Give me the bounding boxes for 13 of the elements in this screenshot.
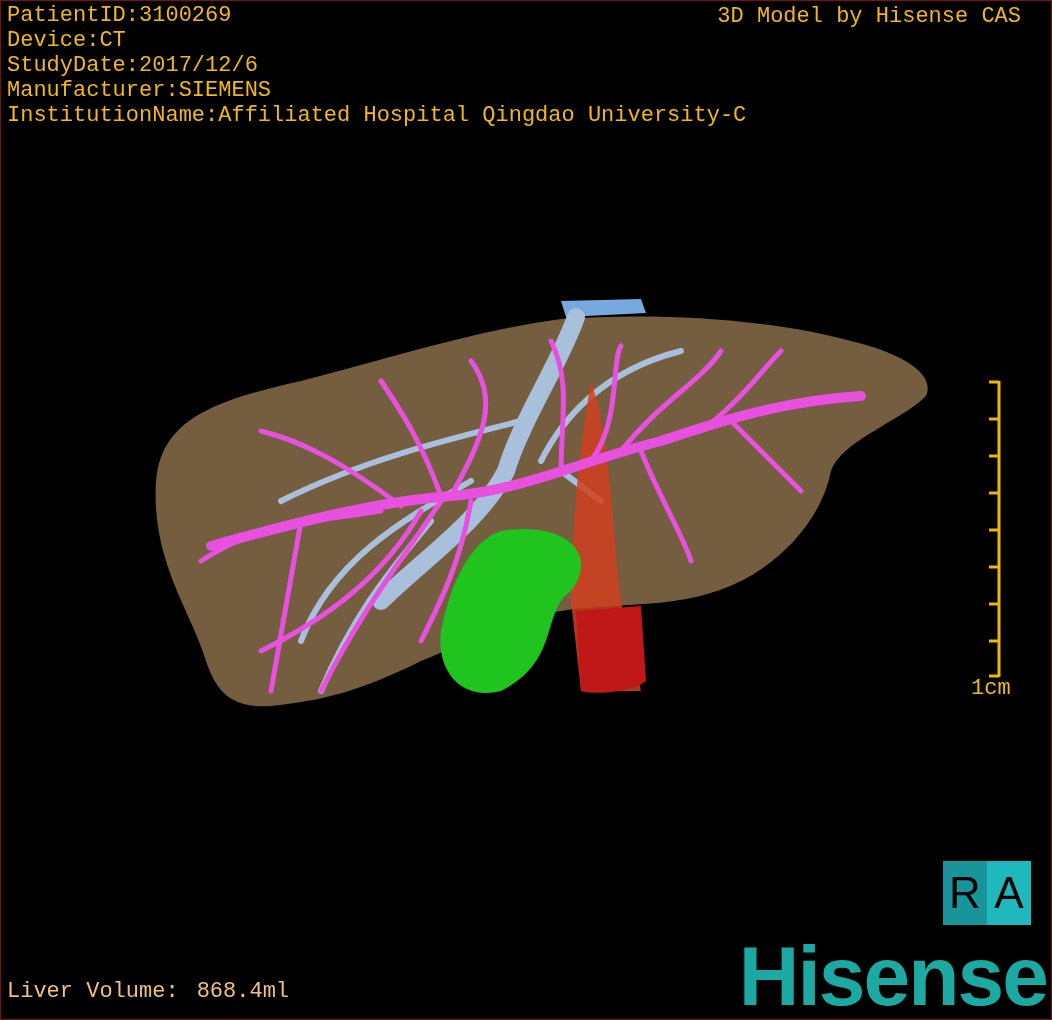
orientation-letter: A <box>987 861 1031 925</box>
patient-info-line: StudyDate:2017/12/6 <box>7 53 258 78</box>
volume-label: Liver Volume: <box>7 978 179 1006</box>
patient-info-line: Manufacturer:SIEMENS <box>7 78 272 103</box>
volume-value: 868.4ml <box>196 978 290 1006</box>
viewer-title: 3D Model by Hisense CAS <box>717 3 1021 31</box>
patient-info-line: PatientID:3100269 <box>7 3 232 28</box>
scale-label: 1cm <box>971 675 1011 703</box>
brand-logo: Hisense <box>738 931 1047 1019</box>
patient-info-line: Device:CT <box>7 28 126 53</box>
orientation-letter: R <box>943 861 987 925</box>
orientation-cube[interactable]: R A <box>943 861 1031 925</box>
patient-info-line: InstitutionName:Affiliated Hospital Qingdao University-C <box>7 103 747 128</box>
